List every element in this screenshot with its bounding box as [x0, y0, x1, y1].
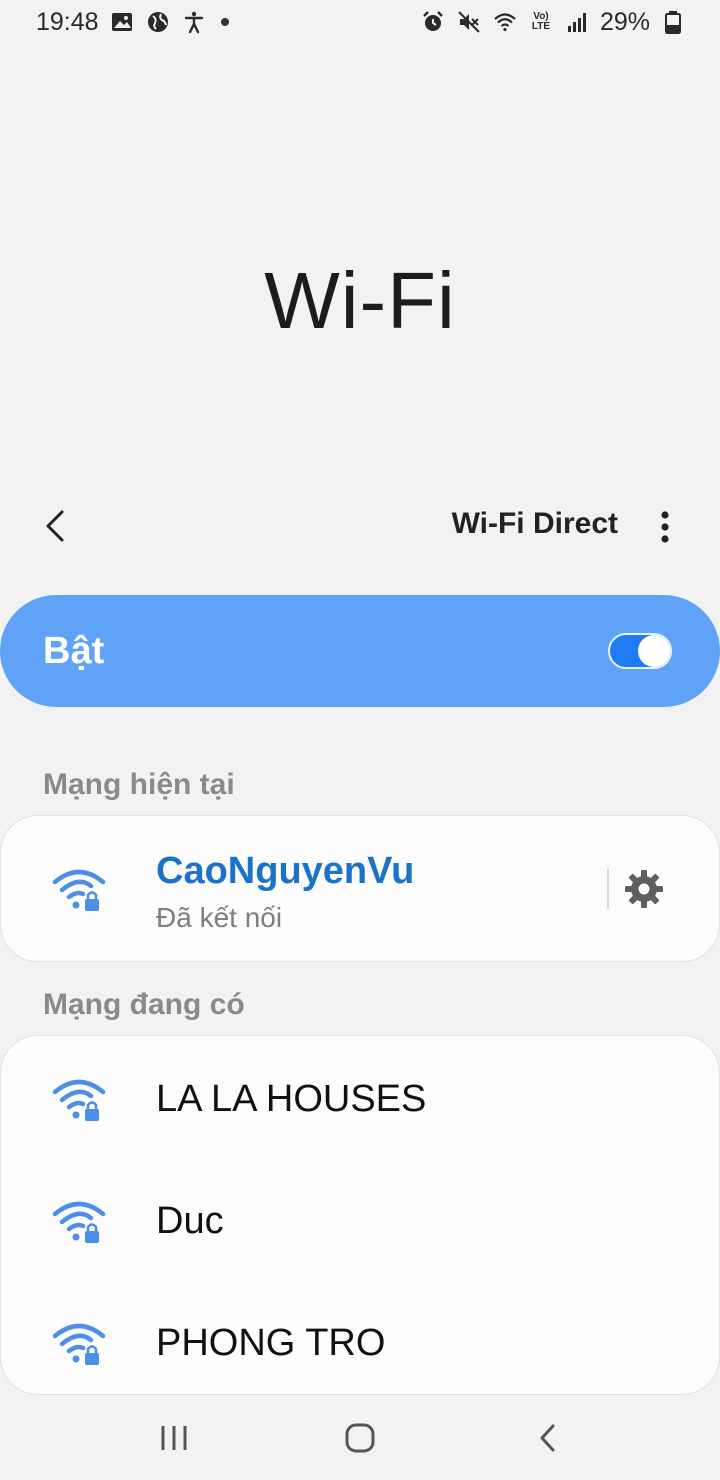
wifi-direct-button[interactable]: Wi-Fi Direct [452, 507, 618, 541]
accessibility-icon [181, 9, 207, 35]
network-name: LA LA HOUSES [156, 1078, 427, 1120]
volte-icon: Vo) LTE [531, 11, 551, 32]
wifi-status-icon [492, 9, 518, 35]
available-networks-header: Mạng đang có [43, 988, 245, 1021]
network-settings-button[interactable] [619, 864, 669, 914]
wifi-toggle-bar[interactable]: Bật [0, 595, 720, 707]
network-item[interactable]: PHONG TRO [1, 1280, 720, 1402]
available-networks-card: LA LA HOUSES Duc PHONG TRO [0, 1035, 720, 1395]
battery-icon [660, 9, 686, 35]
toolbar: Wi-Fi Direct [0, 495, 720, 557]
more-options-button[interactable] [650, 507, 680, 547]
mute-icon [456, 9, 482, 35]
image-icon [109, 9, 135, 35]
more-vertical-icon [661, 511, 669, 543]
back-button[interactable] [30, 501, 80, 551]
wifi-toggle-label: Bật [43, 629, 105, 672]
status-bar-left: 19:48 [36, 8, 229, 37]
back-nav-icon [540, 1424, 555, 1452]
current-network-header: Mạng hiện tại [43, 768, 235, 801]
wifi-switch[interactable] [608, 633, 672, 669]
back-nav-button[interactable] [518, 1414, 578, 1462]
current-network-name: CaoNguyenVu [156, 850, 415, 892]
wifi-locked-icon [52, 1079, 106, 1121]
recent-apps-button[interactable] [144, 1414, 204, 1462]
battery-percent: 29% [599, 7, 650, 36]
wifi-locked-icon [52, 1201, 106, 1243]
recent-apps-icon [161, 1426, 187, 1450]
wifi-settings-screen: 19:48 Vo) LTE 29% Wi-Fi Wi-Fi Direct Bật… [0, 0, 720, 1480]
network-item[interactable]: Duc [1, 1158, 720, 1280]
network-item[interactable]: LA LA HOUSES [1, 1036, 720, 1158]
gear-icon [625, 870, 663, 908]
signal-icon [564, 9, 590, 35]
status-bar: 19:48 Vo) LTE 29% [0, 0, 720, 44]
status-time: 19:48 [36, 7, 99, 36]
vertical-divider [607, 869, 609, 909]
alarm-icon [420, 9, 446, 35]
home-icon [345, 1423, 375, 1453]
network-name: Duc [156, 1200, 224, 1242]
current-network-status: Đã kết nối [156, 902, 283, 933]
home-button[interactable] [330, 1414, 390, 1462]
network-name: PHONG TRO [156, 1322, 386, 1364]
globe-icon [145, 9, 171, 35]
navigation-bar [0, 1396, 720, 1480]
current-network-row[interactable]: CaoNguyenVu Đã kết nối [1, 816, 720, 963]
page-title: Wi-Fi [264, 256, 456, 345]
wifi-locked-icon [52, 1323, 106, 1365]
notification-dot-icon [220, 18, 229, 26]
chevron-left-icon [46, 510, 64, 542]
status-bar-right: Vo) LTE 29% [420, 8, 686, 37]
wifi-locked-icon [52, 869, 106, 911]
current-network-card: CaoNguyenVu Đã kết nối [0, 815, 720, 962]
switch-knob [638, 635, 670, 667]
